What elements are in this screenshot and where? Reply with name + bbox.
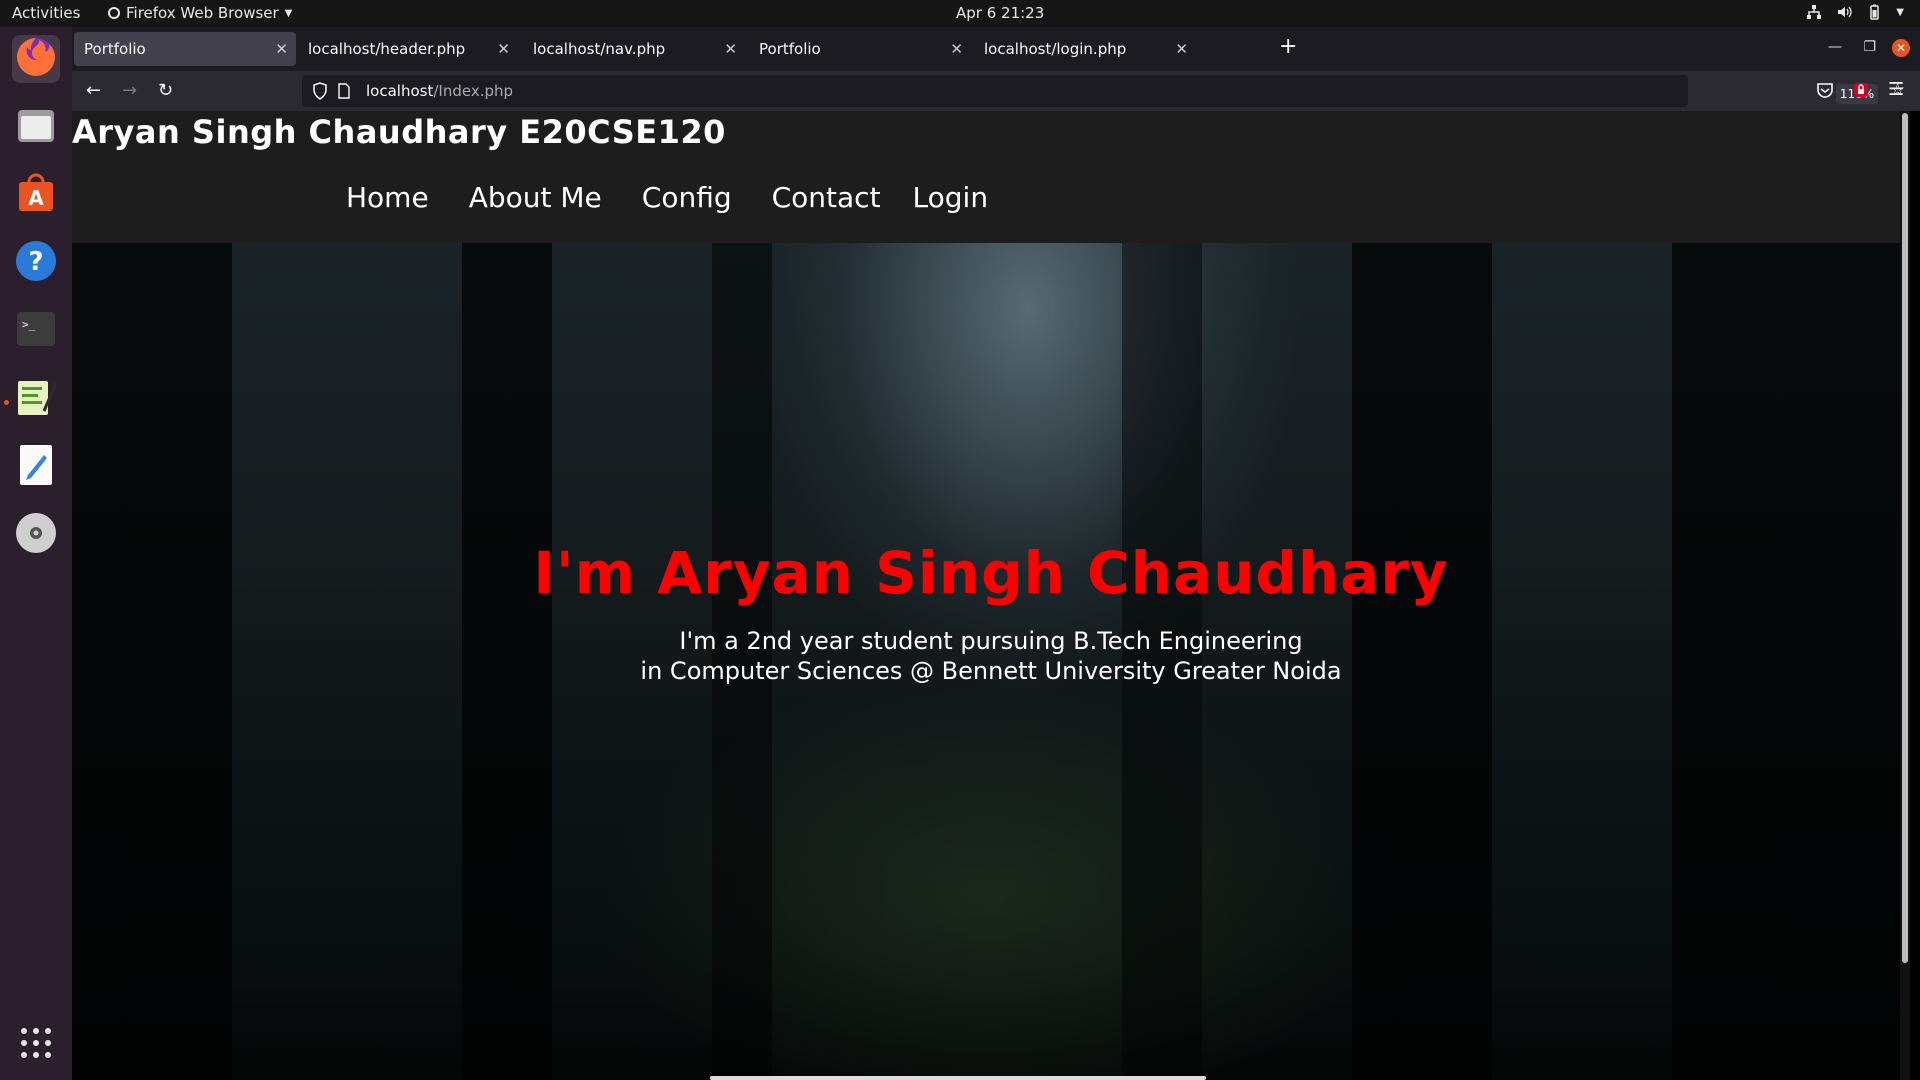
chevron-down-icon: ▼ (284, 7, 293, 19)
web-page: Aryan Singh Chaudhary E20CSE120 Home Abo… (72, 111, 1910, 1080)
site-header: Aryan Singh Chaudhary E20CSE120 Home Abo… (72, 111, 1910, 243)
dock: A ? >_ (0, 27, 72, 1080)
shield-icon[interactable] (312, 82, 328, 104)
window-close-button[interactable]: ✕ (1892, 39, 1910, 57)
back-arrow-icon[interactable]: ← (86, 80, 101, 101)
dock-terminal[interactable]: >_ (12, 307, 60, 355)
text-editor-icon (14, 375, 58, 423)
navigation-toolbar: ← → ↻ localhost/Index.php 110% ☆ ☰ (72, 71, 1920, 111)
nav-link-home[interactable]: Home (346, 181, 429, 214)
tab-label: Portfolio (759, 40, 821, 58)
close-tab-icon[interactable]: ✕ (950, 40, 963, 58)
reload-icon[interactable]: ↻ (158, 80, 173, 101)
hero-section: I'm Aryan Singh Chaudhary I'm a 2nd year… (72, 243, 1910, 1080)
hero-title: I'm Aryan Singh Chaudhary (533, 539, 1449, 607)
tab-header-php[interactable]: localhost/header.php ✕ (298, 32, 518, 66)
page-info-icon[interactable] (338, 83, 350, 103)
tab-label: localhost/login.php (984, 40, 1127, 58)
help-icon: ? (14, 239, 58, 287)
tab-bar: Portfolio ✕ localhost/header.php ✕ local… (72, 27, 1920, 71)
dock-writer[interactable] (12, 443, 60, 491)
app-grid-icon (20, 1027, 52, 1063)
horizontal-scroll-thumb[interactable] (710, 1076, 1206, 1080)
minimize-icon[interactable]: — (1828, 39, 1842, 55)
url-text[interactable]: localhost/Index.php (366, 82, 513, 100)
files-icon (15, 104, 57, 150)
nav-link-config[interactable]: Config (642, 181, 732, 214)
svg-text:>_: >_ (22, 318, 36, 331)
app-menu-label: Firefox Web Browser (126, 4, 279, 22)
app-menu[interactable]: Firefox Web Browser ▼ (108, 4, 292, 22)
nav-link-login[interactable]: Login (913, 181, 989, 214)
network-icon[interactable] (1806, 4, 1822, 20)
tab-portfolio[interactable]: Portfolio ✕ (749, 32, 971, 66)
close-tab-icon[interactable]: ✕ (275, 40, 288, 58)
new-tab-button[interactable]: + (1279, 34, 1297, 59)
show-apps-button[interactable] (12, 1021, 60, 1069)
tab-nav-php[interactable]: localhost/nav.php ✕ (523, 32, 745, 66)
hero-subtitle-line-2: in Computer Sciences @ Bennett Universit… (640, 657, 1342, 685)
pocket-icon[interactable] (1816, 81, 1834, 103)
tab-label: Portfolio (84, 40, 146, 58)
url-host: localhost (366, 82, 434, 100)
url-path: /Index.php (433, 82, 514, 100)
close-tab-icon[interactable]: ✕ (497, 40, 510, 58)
firefox-small-icon (108, 7, 120, 19)
hamburger-menu-icon[interactable]: ☰ (1888, 79, 1904, 100)
system-top-bar: Activities Firefox Web Browser ▼ Apr 6 2… (0, 0, 1920, 27)
site-title: Aryan Singh Chaudhary E20CSE120 (72, 113, 726, 151)
battery-icon[interactable] (1866, 4, 1882, 20)
dock-disc[interactable] (12, 511, 60, 559)
hero-subtitle-line-1: I'm a 2nd year student pursuing B.Tech E… (679, 627, 1303, 655)
clock[interactable]: Apr 6 21:23 (956, 4, 1044, 22)
dock-ubuntu-software[interactable]: A (12, 171, 60, 219)
dock-help[interactable]: ? (12, 239, 60, 287)
vertical-scrollbar[interactable] (1900, 111, 1910, 1080)
system-tray[interactable]: ▼ (1806, 4, 1904, 20)
chevron-down-icon[interactable]: ▼ (1896, 7, 1904, 18)
close-tab-icon[interactable]: ✕ (724, 40, 737, 58)
activities-button[interactable]: Activities (12, 4, 80, 22)
firefox-icon (14, 35, 58, 83)
tab-login-php[interactable]: localhost/login.php ✕ (974, 32, 1196, 66)
dock-firefox[interactable] (12, 35, 60, 83)
svg-text:A: A (28, 186, 44, 210)
tab-portfolio-active[interactable]: Portfolio ✕ (74, 32, 296, 66)
tab-label: localhost/nav.php (533, 40, 666, 58)
dock-gedit[interactable] (12, 375, 60, 423)
restore-icon[interactable]: ❐ (1863, 39, 1876, 55)
running-indicator (4, 400, 9, 405)
nav-link-contact[interactable]: Contact (772, 181, 881, 214)
volume-icon[interactable] (1836, 4, 1852, 20)
dock-files[interactable] (12, 103, 60, 151)
url-bar[interactable]: localhost/Index.php 110% ☆ (302, 75, 1905, 107)
writer-icon (16, 443, 56, 491)
forward-arrow-icon[interactable]: → (122, 80, 137, 101)
svg-text:?: ? (28, 247, 43, 277)
nav-link-about-me[interactable]: About Me (469, 181, 602, 214)
terminal-icon: >_ (15, 308, 57, 354)
tab-label: localhost/header.php (308, 40, 466, 58)
software-store-icon: A (15, 172, 57, 218)
site-nav: Home About Me Config Contact Login (346, 181, 1028, 214)
extension-icon[interactable] (1852, 81, 1870, 103)
scroll-thumb[interactable] (1902, 113, 1908, 963)
close-tab-icon[interactable]: ✕ (1175, 40, 1188, 58)
disc-icon (14, 511, 58, 559)
